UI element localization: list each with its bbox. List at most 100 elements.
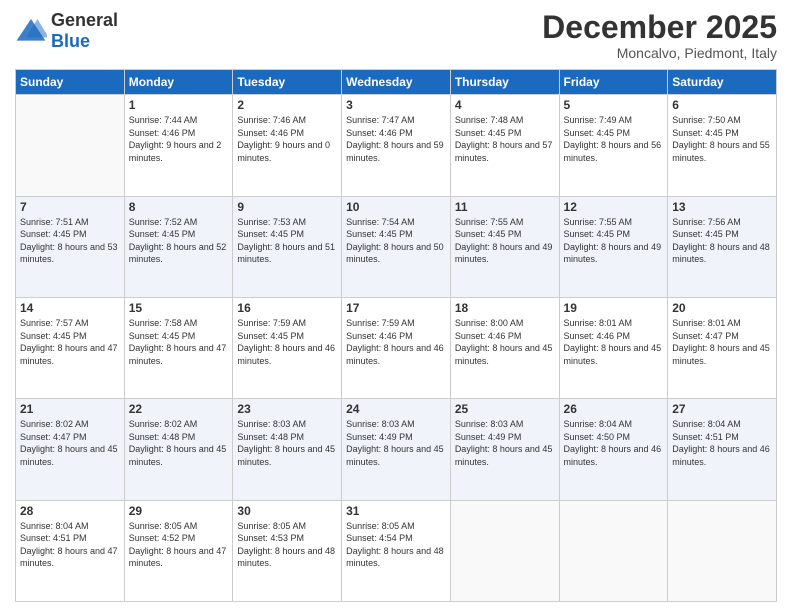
- day-number: 12: [564, 200, 664, 214]
- day-sunset: Sunset: 4:54 PM: [346, 533, 413, 543]
- day-sunset: Sunset: 4:46 PM: [564, 331, 631, 341]
- table-row: [559, 500, 668, 601]
- logo-blue: Blue: [51, 31, 90, 51]
- day-sunrise: Sunrise: 7:59 AM: [346, 318, 415, 328]
- day-sunrise: Sunrise: 8:03 AM: [237, 419, 306, 429]
- day-daylight: Daylight: 8 hours and 56 minutes.: [564, 140, 662, 163]
- day-number: 4: [455, 98, 555, 112]
- table-row: [16, 95, 125, 196]
- day-sunset: Sunset: 4:48 PM: [237, 432, 304, 442]
- day-number: 22: [129, 402, 229, 416]
- day-daylight: Daylight: 8 hours and 46 minutes.: [346, 343, 444, 366]
- col-sunday: Sunday: [16, 70, 125, 95]
- day-sunset: Sunset: 4:45 PM: [237, 229, 304, 239]
- day-sunrise: Sunrise: 7:50 AM: [672, 115, 741, 125]
- day-sunrise: Sunrise: 7:46 AM: [237, 115, 306, 125]
- day-number: 26: [564, 402, 664, 416]
- day-daylight: Daylight: 8 hours and 57 minutes.: [455, 140, 553, 163]
- table-row: 29 Sunrise: 8:05 AM Sunset: 4:52 PM Dayl…: [124, 500, 233, 601]
- day-sunset: Sunset: 4:53 PM: [237, 533, 304, 543]
- calendar-row: 14 Sunrise: 7:57 AM Sunset: 4:45 PM Dayl…: [16, 297, 777, 398]
- table-row: [450, 500, 559, 601]
- day-sunrise: Sunrise: 8:04 AM: [672, 419, 741, 429]
- title-block: December 2025 Moncalvo, Piedmont, Italy: [542, 10, 777, 61]
- day-number: 17: [346, 301, 446, 315]
- day-daylight: Daylight: 8 hours and 46 minutes.: [672, 444, 770, 467]
- calendar-header-row: Sunday Monday Tuesday Wednesday Thursday…: [16, 70, 777, 95]
- day-number: 16: [237, 301, 337, 315]
- day-sunrise: Sunrise: 7:59 AM: [237, 318, 306, 328]
- day-sunrise: Sunrise: 7:56 AM: [672, 217, 741, 227]
- table-row: 4 Sunrise: 7:48 AM Sunset: 4:45 PM Dayli…: [450, 95, 559, 196]
- day-sunset: Sunset: 4:45 PM: [129, 331, 196, 341]
- day-sunrise: Sunrise: 7:58 AM: [129, 318, 198, 328]
- day-sunset: Sunset: 4:45 PM: [672, 229, 739, 239]
- col-wednesday: Wednesday: [342, 70, 451, 95]
- day-sunset: Sunset: 4:45 PM: [455, 128, 522, 138]
- day-sunset: Sunset: 4:50 PM: [564, 432, 631, 442]
- day-daylight: Daylight: 8 hours and 45 minutes.: [672, 343, 770, 366]
- day-sunset: Sunset: 4:45 PM: [564, 128, 631, 138]
- day-sunset: Sunset: 4:49 PM: [455, 432, 522, 442]
- day-number: 10: [346, 200, 446, 214]
- day-number: 15: [129, 301, 229, 315]
- day-sunset: Sunset: 4:52 PM: [129, 533, 196, 543]
- day-sunrise: Sunrise: 7:57 AM: [20, 318, 89, 328]
- table-row: 12 Sunrise: 7:55 AM Sunset: 4:45 PM Dayl…: [559, 196, 668, 297]
- day-sunrise: Sunrise: 7:51 AM: [20, 217, 89, 227]
- day-number: 5: [564, 98, 664, 112]
- day-sunrise: Sunrise: 7:55 AM: [455, 217, 524, 227]
- table-row: 1 Sunrise: 7:44 AM Sunset: 4:46 PM Dayli…: [124, 95, 233, 196]
- calendar-row: 1 Sunrise: 7:44 AM Sunset: 4:46 PM Dayli…: [16, 95, 777, 196]
- day-daylight: Daylight: 8 hours and 48 minutes.: [672, 242, 770, 265]
- logo-icon: [15, 15, 47, 47]
- day-number: 18: [455, 301, 555, 315]
- day-daylight: Daylight: 8 hours and 48 minutes.: [237, 546, 335, 569]
- location-subtitle: Moncalvo, Piedmont, Italy: [542, 45, 777, 61]
- month-title: December 2025: [542, 10, 777, 45]
- table-row: 13 Sunrise: 7:56 AM Sunset: 4:45 PM Dayl…: [668, 196, 777, 297]
- day-number: 11: [455, 200, 555, 214]
- day-number: 19: [564, 301, 664, 315]
- day-sunset: Sunset: 4:46 PM: [346, 331, 413, 341]
- day-number: 25: [455, 402, 555, 416]
- day-sunset: Sunset: 4:46 PM: [237, 128, 304, 138]
- day-daylight: Daylight: 8 hours and 48 minutes.: [346, 546, 444, 569]
- logo-text: General Blue: [51, 10, 118, 52]
- day-sunrise: Sunrise: 8:04 AM: [564, 419, 633, 429]
- day-sunset: Sunset: 4:45 PM: [346, 229, 413, 239]
- day-sunset: Sunset: 4:51 PM: [20, 533, 87, 543]
- col-friday: Friday: [559, 70, 668, 95]
- table-row: 20 Sunrise: 8:01 AM Sunset: 4:47 PM Dayl…: [668, 297, 777, 398]
- col-thursday: Thursday: [450, 70, 559, 95]
- day-daylight: Daylight: 8 hours and 47 minutes.: [129, 546, 227, 569]
- day-sunset: Sunset: 4:46 PM: [455, 331, 522, 341]
- day-sunrise: Sunrise: 8:03 AM: [346, 419, 415, 429]
- day-daylight: Daylight: 8 hours and 49 minutes.: [455, 242, 553, 265]
- day-sunrise: Sunrise: 7:53 AM: [237, 217, 306, 227]
- table-row: 24 Sunrise: 8:03 AM Sunset: 4:49 PM Dayl…: [342, 399, 451, 500]
- table-row: 28 Sunrise: 8:04 AM Sunset: 4:51 PM Dayl…: [16, 500, 125, 601]
- day-sunrise: Sunrise: 8:02 AM: [20, 419, 89, 429]
- day-daylight: Daylight: 8 hours and 47 minutes.: [20, 343, 118, 366]
- day-sunrise: Sunrise: 8:05 AM: [237, 521, 306, 531]
- day-daylight: Daylight: 8 hours and 59 minutes.: [346, 140, 444, 163]
- day-daylight: Daylight: 8 hours and 47 minutes.: [20, 546, 118, 569]
- day-daylight: Daylight: 8 hours and 45 minutes.: [20, 444, 118, 467]
- day-number: 31: [346, 504, 446, 518]
- table-row: 19 Sunrise: 8:01 AM Sunset: 4:46 PM Dayl…: [559, 297, 668, 398]
- col-monday: Monday: [124, 70, 233, 95]
- table-row: 21 Sunrise: 8:02 AM Sunset: 4:47 PM Dayl…: [16, 399, 125, 500]
- day-daylight: Daylight: 8 hours and 45 minutes.: [237, 444, 335, 467]
- table-row: 16 Sunrise: 7:59 AM Sunset: 4:45 PM Dayl…: [233, 297, 342, 398]
- day-daylight: Daylight: 8 hours and 45 minutes.: [129, 444, 227, 467]
- table-row: 6 Sunrise: 7:50 AM Sunset: 4:45 PM Dayli…: [668, 95, 777, 196]
- day-sunrise: Sunrise: 8:05 AM: [129, 521, 198, 531]
- day-number: 30: [237, 504, 337, 518]
- calendar-table: Sunday Monday Tuesday Wednesday Thursday…: [15, 69, 777, 602]
- day-sunset: Sunset: 4:45 PM: [20, 331, 87, 341]
- day-sunset: Sunset: 4:45 PM: [237, 331, 304, 341]
- day-sunset: Sunset: 4:47 PM: [20, 432, 87, 442]
- day-daylight: Daylight: 8 hours and 53 minutes.: [20, 242, 118, 265]
- day-sunset: Sunset: 4:49 PM: [346, 432, 413, 442]
